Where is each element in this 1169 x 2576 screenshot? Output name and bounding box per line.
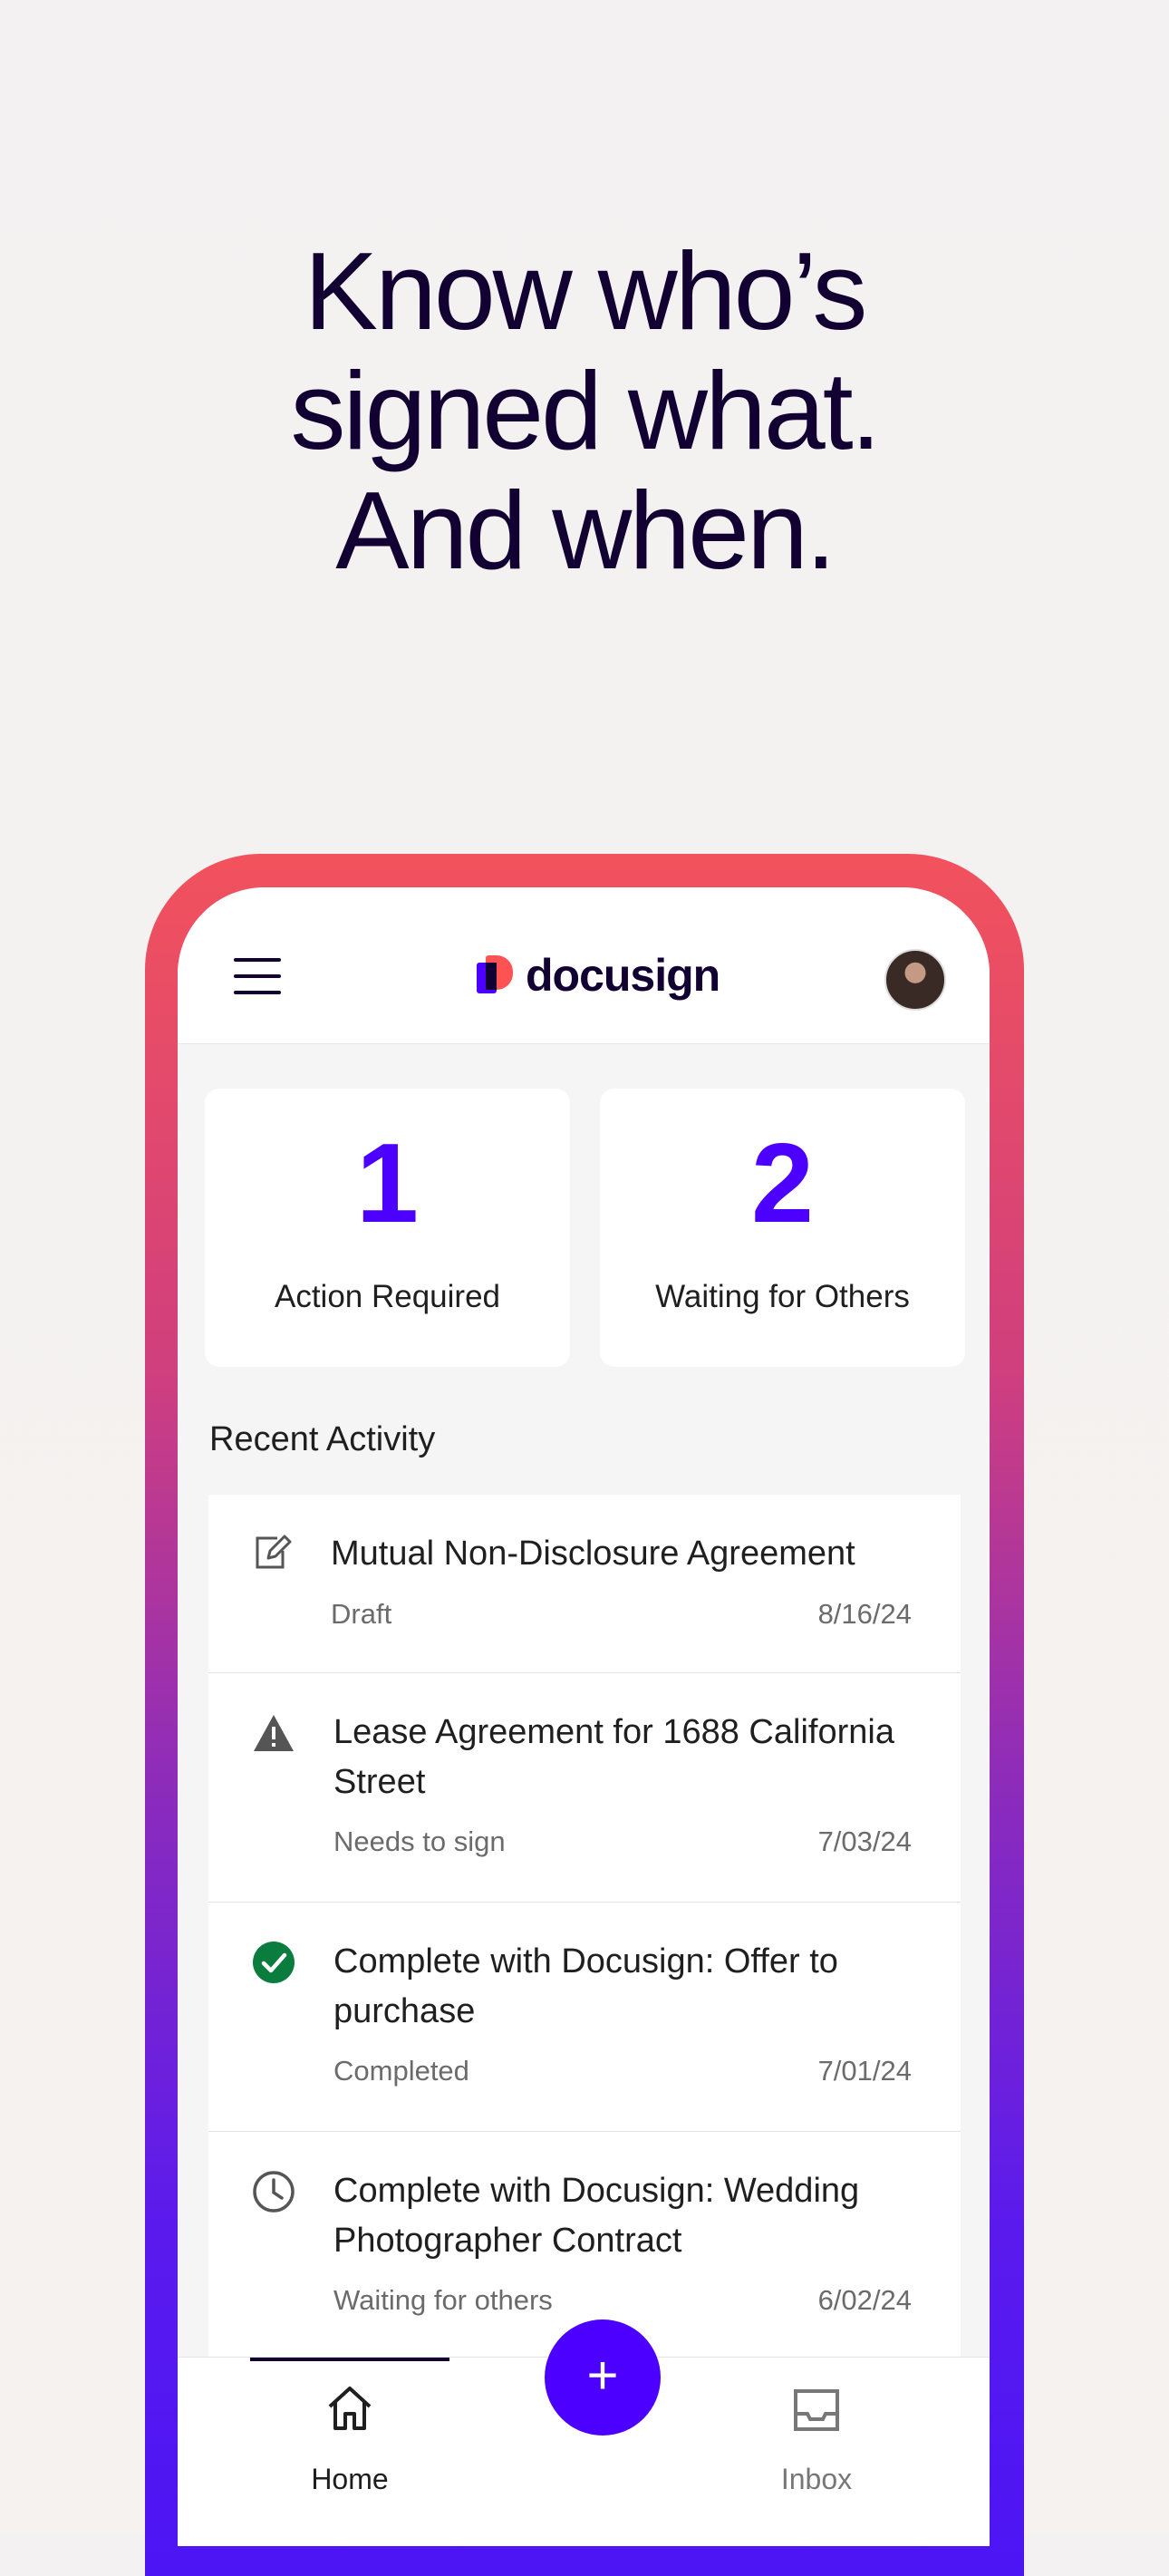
active-tab-indicator	[250, 2358, 449, 2361]
action-required-label: Action Required	[274, 1279, 501, 1314]
home-icon	[328, 2387, 372, 2430]
phone-screen: docusign 1 Action Required 2 Waiting for…	[178, 887, 990, 2546]
docusign-logo-mark-icon	[477, 955, 517, 995]
headline: Know who’s signed what. And when.	[0, 231, 1169, 590]
list-item[interactable]: Lease Agreement for 1688 California Stre…	[208, 1673, 961, 1903]
headline-line-1: Know who’s	[304, 229, 868, 353]
waiting-for-others-card[interactable]: 2 Waiting for Others	[600, 1089, 965, 1367]
docusign-logo: docusign	[477, 950, 720, 1001]
headline-line-3: And when.	[335, 469, 836, 592]
item-status: Draft	[331, 1598, 392, 1630]
warning-icon	[254, 1715, 294, 1751]
new-envelope-fab-button[interactable]: +	[545, 2319, 661, 2436]
item-title: Lease Agreement for 1688 California Stre…	[333, 1713, 894, 1801]
waiting-for-others-label: Waiting for Others	[655, 1279, 910, 1314]
action-required-card[interactable]: 1 Action Required	[205, 1089, 570, 1367]
item-status: Needs to sign	[333, 1825, 506, 1857]
check-circle-icon	[253, 1942, 295, 1983]
edit-icon	[256, 1535, 292, 1569]
nav-inbox[interactable]: Inbox	[753, 2383, 880, 2501]
item-date: 7/01/24	[817, 2055, 912, 2087]
item-title: Complete with Docusign: Offer to purchas…	[333, 1942, 838, 2030]
recent-activity-title: Recent Activity	[209, 1420, 436, 1458]
recent-activity-list: Mutual Non-Disclosure Agreement Draft 8/…	[208, 1495, 961, 2360]
nav-inbox-label: Inbox	[780, 2463, 853, 2495]
app-header: docusign	[178, 887, 990, 1044]
nav-home[interactable]: Home	[286, 2383, 413, 2501]
list-item[interactable]: Complete with Docusign: Offer to purchas…	[208, 1903, 961, 2132]
item-date: 7/03/24	[817, 1825, 912, 1857]
inbox-icon	[794, 2389, 839, 2431]
nav-home-label: Home	[311, 2463, 389, 2495]
headline-line-2: signed what.	[290, 349, 882, 472]
clock-icon	[253, 2171, 295, 2213]
avatar[interactable]	[884, 949, 946, 1011]
action-required-count: 1	[356, 1121, 419, 1246]
item-status: Waiting for others	[333, 2284, 553, 2316]
list-item[interactable]: Mutual Non-Disclosure Agreement Draft 8/…	[208, 1495, 961, 1673]
item-title: Mutual Non-Disclosure Agreement	[331, 1535, 855, 1573]
logo-text: docusign	[526, 950, 720, 1001]
item-date: 8/16/24	[817, 1598, 912, 1630]
waiting-for-others-count: 2	[751, 1121, 814, 1246]
hamburger-menu-icon[interactable]	[234, 958, 281, 994]
item-title: Complete with Docusign: Wedding Photogra…	[333, 2172, 860, 2260]
item-date: 6/02/24	[817, 2284, 912, 2316]
item-status: Completed	[333, 2055, 469, 2087]
